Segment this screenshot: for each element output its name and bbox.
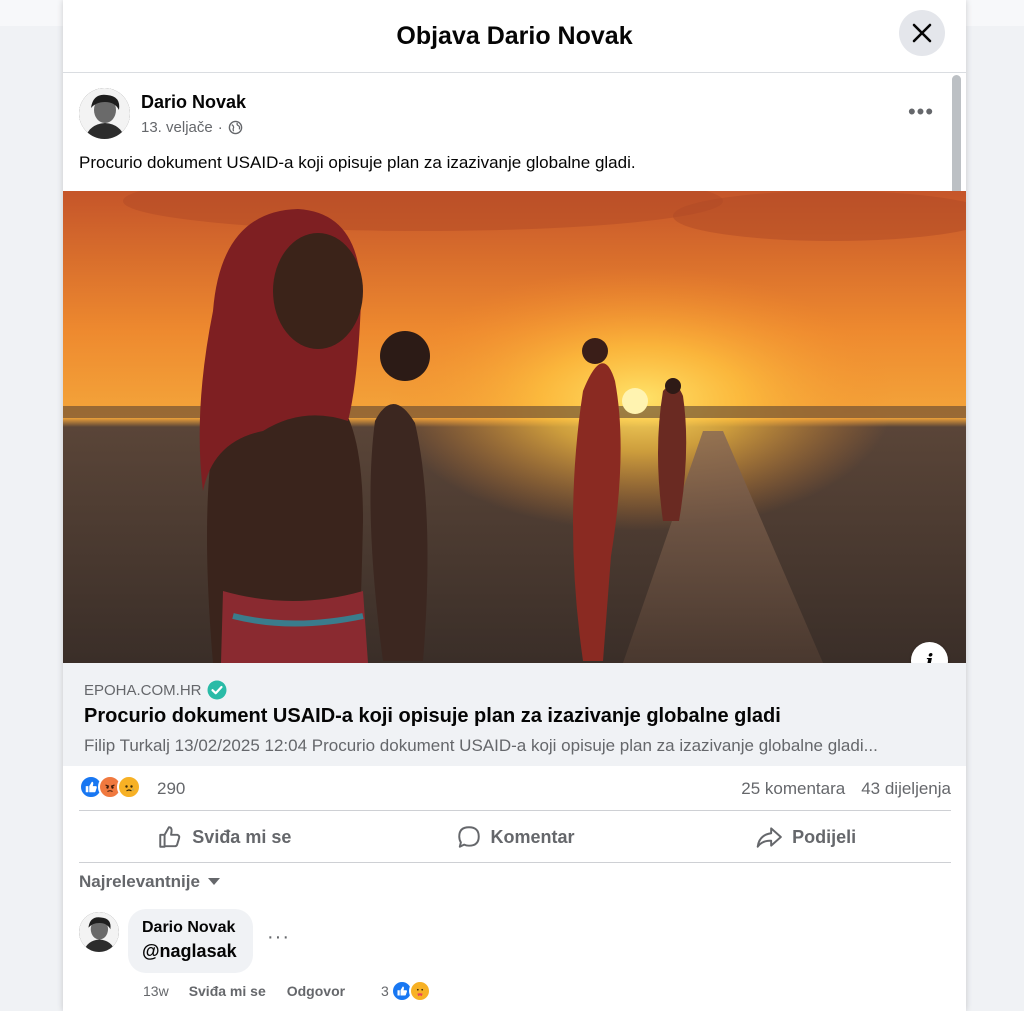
post-modal: Objava Dario Novak Dario Novak 13. velja… [63,0,966,1011]
author-avatar[interactable] [79,88,130,139]
comment-mention[interactable]: @naglasak [142,941,239,962]
link-domain: EPOHA.COM.HR [84,681,202,699]
reaction-count[interactable]: 290 [157,779,185,799]
modal-title: Objava Dario Novak [396,21,633,50]
post-photo[interactable]: i [63,191,966,663]
comment-reaction-count: 3 [381,983,389,999]
reactions-row: 290 25 komentara 43 dijeljenja [79,775,951,805]
verified-icon [207,680,227,700]
comment-button[interactable]: Komentar [370,812,661,862]
caret-down-icon [207,878,220,885]
comment-time[interactable]: 13w [143,983,169,999]
link-title[interactable]: Procurio dokument USAID-a koji opisuje p… [84,705,781,728]
post-date[interactable]: 13. veljače [141,119,213,136]
comment-avatar[interactable] [79,912,119,952]
comment-label: Komentar [490,826,575,847]
engagement-counts: 25 komentara 43 dijeljenja [741,779,951,799]
comment-count[interactable]: 25 komentara [741,779,845,799]
like-button[interactable]: Sviđa mi se [79,812,370,862]
share-count[interactable]: 43 dijeljenja [861,779,951,799]
modal-header: Objava Dario Novak [63,0,966,73]
comment-icon [457,826,480,848]
link-domain-row: EPOHA.COM.HR [84,680,227,700]
sort-label: Najrelevantnije [79,872,200,891]
post-meta: 13. veljače · [141,119,243,136]
divider [79,862,951,863]
comment-sort-dropdown[interactable]: Najrelevantnije [79,872,220,892]
share-icon [756,827,782,848]
action-bar: Sviđa mi se Komentar Podijeli [79,812,951,862]
author-name[interactable]: Dario Novak [141,92,246,113]
comment-reactions[interactable]: 3 [381,980,431,1002]
share-label: Podijeli [792,826,857,847]
reaction-icons[interactable] [79,775,141,799]
divider [79,810,951,811]
close-button[interactable] [899,10,945,56]
comment-bubble: Dario Novak @naglasak [128,909,253,973]
close-icon [912,23,932,43]
comment-meta: 13w Sviđa mi se Odgovor [143,983,383,999]
comment-reply-button[interactable]: Odgovor [287,983,345,999]
comment-options-button[interactable]: ··· [267,926,290,949]
link-preview-card[interactable]: EPOHA.COM.HR Procurio dokument USAID-a k… [63,663,966,766]
comment-author[interactable]: Dario Novak [142,919,239,937]
post-header: Dario Novak 13. veljače · ••• [79,88,939,144]
globe-icon [228,120,243,135]
comment-like-button[interactable]: Sviđa mi se [189,983,266,999]
post-text: Procurio dokument USAID-a koji opisuje p… [79,153,636,172]
care-icon [408,980,431,1002]
post-options-button[interactable]: ••• [903,98,939,126]
info-icon: i [925,648,934,664]
more-icon: ••• [907,99,935,124]
link-description: Filip Turkalj 13/02/2025 12:04 Procurio … [84,736,878,755]
share-button[interactable]: Podijeli [660,812,951,862]
like-label: Sviđa mi se [192,826,292,847]
thumbs-up-icon [159,826,181,848]
sad-icon [117,775,141,799]
meta-separator: · [217,119,223,136]
